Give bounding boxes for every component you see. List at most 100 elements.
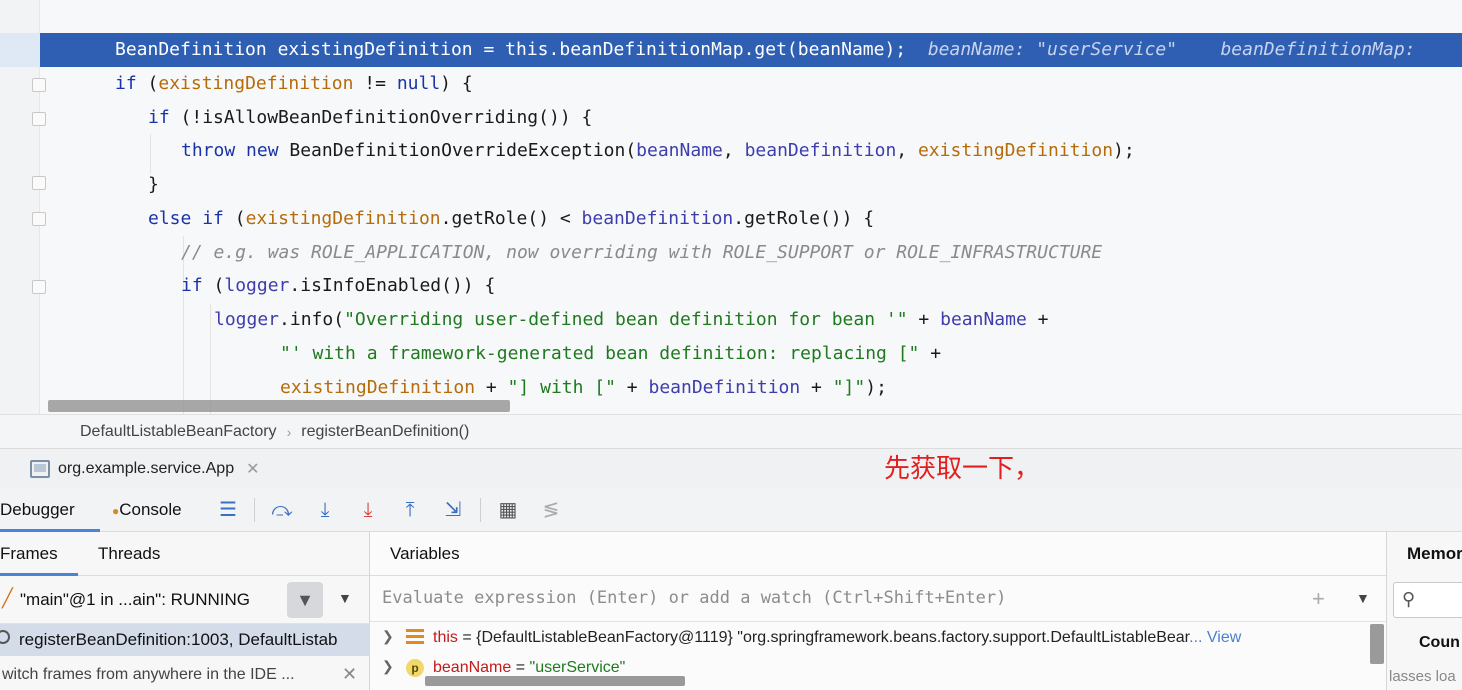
code-token: } xyxy=(148,174,159,195)
variable-equals: = xyxy=(511,659,530,676)
code-token: logger xyxy=(224,275,290,296)
frames-hint: witch frames from anywhere in the IDE ..… xyxy=(0,662,370,690)
tab-console-label: Console xyxy=(119,500,182,519)
step-out-icon[interactable]: ⤒ xyxy=(398,498,422,522)
fold-marker[interactable] xyxy=(32,212,46,226)
variable-value: {DefaultListableBeanFactory@1119} "org.s… xyxy=(476,629,1190,646)
code-line-7: // e.g. was ROLE_APPLICATION, now overri… xyxy=(181,236,1102,270)
stack-frame-row[interactable]: registerBeanDefinition:1003, DefaultList… xyxy=(0,624,370,656)
code-line-4: throw new BeanDefinitionOverrideExceptio… xyxy=(181,134,1135,168)
code-string: "' with a framework-generated bean defin… xyxy=(280,343,920,364)
code-token: if xyxy=(181,275,203,296)
filter-icon[interactable]: ▼ xyxy=(287,582,323,618)
evaluate-expression-icon[interactable]: ▦ xyxy=(496,498,520,522)
memory-search-field[interactable]: ⚲ xyxy=(1393,582,1462,618)
breadcrumb: DefaultListableBeanFactory › registerBea… xyxy=(0,414,1462,448)
stack-frame-label: registerBeanDefinition:1003, DefaultList… xyxy=(19,630,338,649)
code-token: ( xyxy=(136,73,159,94)
run-to-cursor-icon[interactable]: ⇲ xyxy=(441,498,465,522)
editor-horizontal-scrollbar[interactable] xyxy=(48,400,510,412)
variables-panel: Variables Evaluate expression (Enter) or… xyxy=(370,532,1386,690)
memory-title[interactable]: Memor xyxy=(1407,544,1462,564)
code-token: + xyxy=(800,377,833,398)
handwritten-annotation: 先获取一下， xyxy=(884,454,1041,484)
variable-value: "userService" xyxy=(529,659,626,676)
step-over-icon[interactable]: ⤼ xyxy=(270,498,294,522)
code-token: beanDefinition xyxy=(581,208,734,229)
variables-title: Variables xyxy=(390,544,460,563)
toolbar-separator xyxy=(254,498,255,522)
horizontal-scrollbar[interactable] xyxy=(425,676,685,686)
code-token: , xyxy=(896,140,918,161)
code-token: existingDefinition xyxy=(280,377,476,398)
thread-selector[interactable]: ╱ "main"@1 in ...ain": RUNNING ▼ ▼ xyxy=(0,576,370,624)
expand-arrow-icon[interactable]: ❯ xyxy=(382,658,394,675)
expand-arrow-icon[interactable]: ❯ xyxy=(382,628,394,645)
code-token: + xyxy=(615,377,649,398)
frames-hint-text: witch frames from anywhere in the IDE ..… xyxy=(2,666,295,683)
view-link[interactable]: ... View xyxy=(1189,629,1241,646)
chevron-down-icon[interactable]: ▼ xyxy=(1356,590,1370,606)
code-token: beanName xyxy=(636,140,723,161)
tab-debugger[interactable]: Debugger xyxy=(0,488,100,532)
variable-row[interactable]: ❯ this = {DefaultListableBeanFactory@111… xyxy=(370,624,1386,654)
inline-debug-hint: beanName: "userService" xyxy=(927,39,1178,60)
code-token: ); xyxy=(1113,140,1135,161)
add-watch-icon[interactable]: + xyxy=(1312,586,1325,612)
code-token: existingDefinition xyxy=(245,208,441,229)
evaluate-expression-row[interactable]: Evaluate expression (Enter) or add a wat… xyxy=(370,576,1386,622)
debugger-toolbar: Debugger ●Console ☰ ⤼ ⤓ ⤓ ⤒ ⇲ ▦ ≶ xyxy=(0,488,1462,532)
code-token: null xyxy=(396,73,441,94)
code-token: if xyxy=(148,107,170,128)
fold-marker[interactable] xyxy=(32,78,46,92)
code-token: BeanDefinition xyxy=(115,39,267,60)
code-token: existingDefinition xyxy=(917,140,1114,161)
code-token: ( xyxy=(202,275,225,296)
tab-threads[interactable]: Threads xyxy=(98,532,160,576)
code-token: .getRole()) { xyxy=(733,208,875,229)
variable-name: beanName xyxy=(433,659,512,676)
code-token: beanDefinition xyxy=(648,377,801,398)
trace-stream-icon[interactable]: ≶ xyxy=(539,498,563,522)
variable-name: this xyxy=(433,629,458,646)
chevron-down-icon[interactable]: ▼ xyxy=(338,590,352,606)
thread-label: "main"@1 in ...ain": RUNNING xyxy=(20,590,250,609)
code-token: logger xyxy=(214,309,280,330)
code-token: ( xyxy=(223,208,246,229)
code-token: != xyxy=(353,73,397,94)
tab-console[interactable]: ●Console xyxy=(112,488,182,532)
code-token: existingDefinition xyxy=(158,73,354,94)
close-icon[interactable]: ✕ xyxy=(246,459,259,479)
code-token: if xyxy=(202,208,224,229)
fold-marker[interactable] xyxy=(32,280,46,294)
code-token: this xyxy=(505,39,549,60)
memory-count-column[interactable]: Coun xyxy=(1419,634,1460,652)
breadcrumb-class[interactable]: DefaultListableBeanFactory xyxy=(80,423,277,441)
run-tab-bar: org.example.service.App ✕ xyxy=(0,448,1462,488)
code-editor[interactable]: BeanDefinition existingDefinition = this… xyxy=(0,0,1462,414)
code-token: + xyxy=(907,309,941,330)
code-line-3: if (!isAllowBeanDefinitionOverriding()) … xyxy=(148,101,592,135)
code-token: , xyxy=(722,140,745,161)
variables-panel-header: Variables xyxy=(370,532,1386,576)
field-icon xyxy=(406,629,424,647)
tab-frames[interactable]: Frames xyxy=(0,532,78,576)
code-line-2: if (existingDefinition != null) { xyxy=(115,67,473,101)
variable-text: beanName = "userService" xyxy=(433,659,625,677)
run-config-tab[interactable]: org.example.service.App ✕ xyxy=(30,449,260,489)
force-step-into-icon[interactable]: ⤓ xyxy=(356,498,380,522)
fold-marker[interactable] xyxy=(32,112,46,126)
inline-debug-hint: beanDefinitionMap: xyxy=(1220,39,1416,60)
code-token: if xyxy=(115,73,137,94)
close-icon[interactable]: ✕ xyxy=(342,664,357,685)
fold-marker[interactable] xyxy=(32,176,46,190)
code-token: BeanDefinitionOverrideException( xyxy=(278,140,637,161)
layout-icon[interactable]: ☰ xyxy=(216,498,240,522)
code-string: "] with [" xyxy=(507,377,616,398)
breadcrumb-method[interactable]: registerBeanDefinition() xyxy=(301,423,469,441)
variables-scrollbar[interactable] xyxy=(1370,624,1384,664)
variable-text: this = {DefaultListableBeanFactory@1119}… xyxy=(433,629,1241,647)
code-token: throw xyxy=(181,140,236,161)
step-into-icon[interactable]: ⤓ xyxy=(313,498,337,522)
evaluate-expression-input[interactable]: Evaluate expression (Enter) or add a wat… xyxy=(382,588,1006,608)
